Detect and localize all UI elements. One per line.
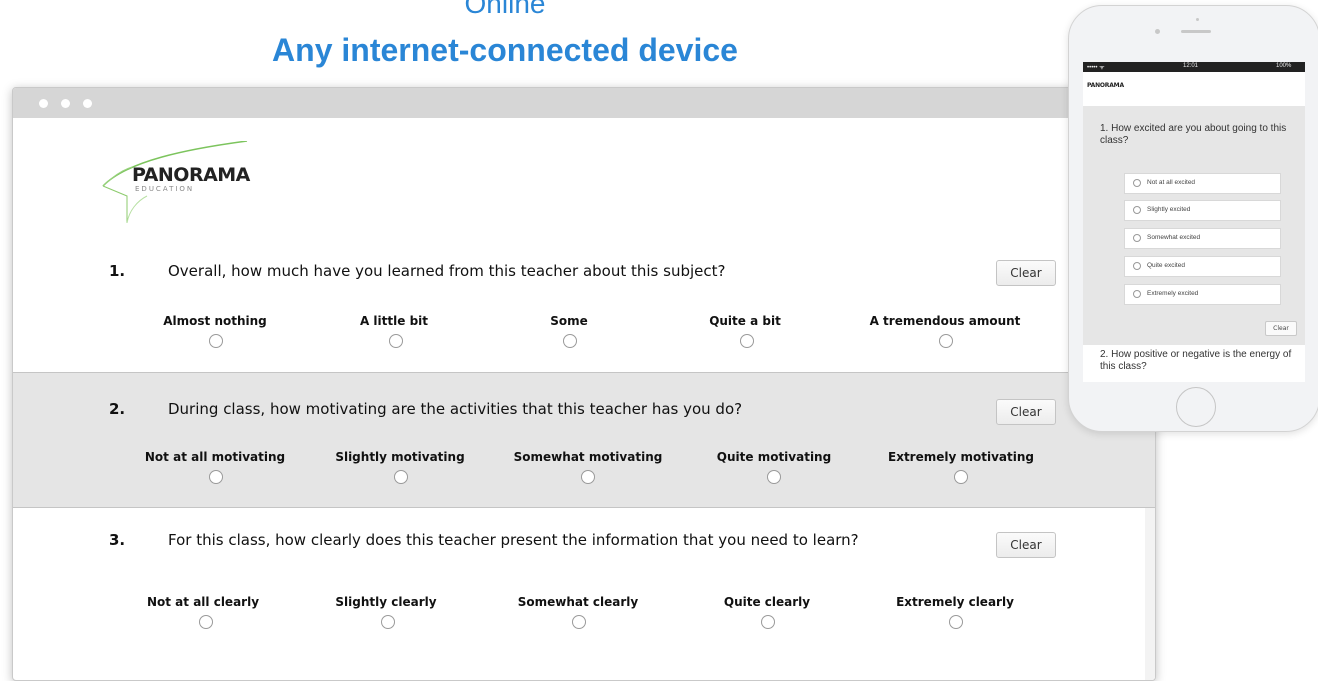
radio-icon[interactable] — [1133, 234, 1141, 242]
radio-button[interactable] — [939, 334, 953, 348]
radio-icon[interactable] — [1133, 206, 1141, 214]
home-button[interactable] — [1176, 387, 1216, 427]
phone-status-bar: ••••• ᯤ 12:01 100% — [1083, 62, 1305, 72]
radio-button[interactable] — [209, 470, 223, 484]
radio-button[interactable] — [381, 615, 395, 629]
radio-button[interactable] — [949, 615, 963, 629]
question-1: 1. Overall, how much have you learned fr… — [13, 248, 1155, 372]
option-label: Slightly motivating — [335, 450, 465, 464]
clear-button[interactable]: Clear — [996, 399, 1056, 425]
option-label: A tremendous amount — [869, 314, 1021, 328]
window-minimize-dot[interactable] — [61, 99, 70, 108]
option-label: Slightly clearly — [335, 595, 437, 609]
headline-online: Online — [464, 0, 546, 19]
phone-header: PANORAMA — [1083, 72, 1305, 106]
option-label: Some — [550, 314, 588, 328]
phone-option[interactable]: Extremely excited — [1124, 284, 1281, 305]
question-number: 2. — [109, 400, 126, 418]
question-number: 1. — [109, 262, 126, 280]
radio-button[interactable] — [563, 334, 577, 348]
headline-main: Any internet-connected device — [272, 32, 738, 68]
radio-icon[interactable] — [1133, 290, 1141, 298]
radio-button[interactable] — [581, 470, 595, 484]
radio-button[interactable] — [767, 470, 781, 484]
logo-subtitle: EDUCATION — [135, 185, 195, 193]
phone-question-2-panel: 2. How positive or negative is the energ… — [1083, 345, 1305, 382]
phone-sensor-dot — [1196, 18, 1199, 21]
option-label: Not at all clearly — [146, 595, 260, 609]
radio-button[interactable] — [761, 615, 775, 629]
phone-option-label: Somewhat excited — [1147, 234, 1201, 241]
option-label: A little bit — [359, 314, 429, 328]
logo-wordmark: PANORAMA — [132, 164, 250, 186]
phone-option[interactable]: Slightly excited — [1124, 200, 1281, 221]
signal-icon: ••••• ᯤ — [1087, 65, 1105, 71]
phone-option[interactable]: Quite excited — [1124, 256, 1281, 277]
browser-title-bar — [13, 88, 1155, 118]
phone-question-1: 1. How excited are you about going to th… — [1100, 123, 1287, 146]
window-close-dot[interactable] — [39, 99, 48, 108]
radio-button[interactable] — [394, 470, 408, 484]
phone-camera-icon — [1155, 29, 1160, 34]
radio-button[interactable] — [572, 615, 586, 629]
phone-option-label: Slightly excited — [1147, 206, 1191, 213]
question-text: Overall, how much have you learned from … — [168, 262, 726, 280]
radio-button[interactable] — [209, 334, 223, 348]
phone-logo: PANORAMA — [1087, 82, 1124, 89]
phone-device: ••••• ᯤ 12:01 100% PANORAMA 1. How excit… — [1068, 5, 1318, 432]
phone-screen: ••••• ᯤ 12:01 100% PANORAMA 1. How excit… — [1083, 62, 1305, 382]
radio-button[interactable] — [740, 334, 754, 348]
status-time: 12:01 — [1183, 63, 1199, 69]
question-2: 2. During class, how motivating are the … — [13, 372, 1155, 508]
phone-option[interactable]: Not at all excited — [1124, 173, 1281, 194]
battery-icon: 100% — [1276, 63, 1292, 69]
phone-option[interactable]: Somewhat excited — [1124, 228, 1281, 249]
browser-window: PANORAMA EDUCATION 1. Overall, how much … — [12, 87, 1156, 681]
option-label: Quite a bit — [709, 314, 781, 328]
option-label: Quite clearly — [723, 595, 811, 609]
phone-clear-button[interactable]: Clear — [1265, 321, 1297, 336]
question-text: For this class, how clearly does this te… — [168, 531, 859, 549]
phone-speaker — [1181, 30, 1211, 33]
phone-question-2: 2. How positive or negative is the energ… — [1100, 349, 1292, 372]
option-label: Somewhat motivating — [513, 450, 663, 464]
option-label: Quite motivating — [716, 450, 832, 464]
phone-option-label: Extremely excited — [1147, 290, 1199, 297]
option-label: Extremely motivating — [888, 450, 1034, 464]
radio-button[interactable] — [389, 334, 403, 348]
panorama-logo: PANORAMA EDUCATION — [97, 141, 287, 223]
question-3: 3. For this class, how clearly does this… — [13, 508, 1155, 648]
question-text: During class, how motivating are the act… — [168, 400, 743, 418]
option-label: Extremely clearly — [896, 595, 1014, 609]
clear-button[interactable]: Clear — [996, 532, 1056, 558]
option-label: Somewhat clearly — [517, 595, 639, 609]
radio-icon[interactable] — [1133, 262, 1141, 270]
question-number: 3. — [109, 531, 126, 549]
phone-option-label: Not at all excited — [1147, 179, 1196, 186]
radio-icon[interactable] — [1133, 179, 1141, 187]
phone-option-label: Quite excited — [1147, 262, 1185, 269]
clear-button[interactable]: Clear — [996, 260, 1056, 286]
option-label: Not at all motivating — [144, 450, 286, 464]
radio-button[interactable] — [199, 615, 213, 629]
radio-button[interactable] — [954, 470, 968, 484]
option-label: Almost nothing — [163, 314, 267, 328]
window-maximize-dot[interactable] — [83, 99, 92, 108]
